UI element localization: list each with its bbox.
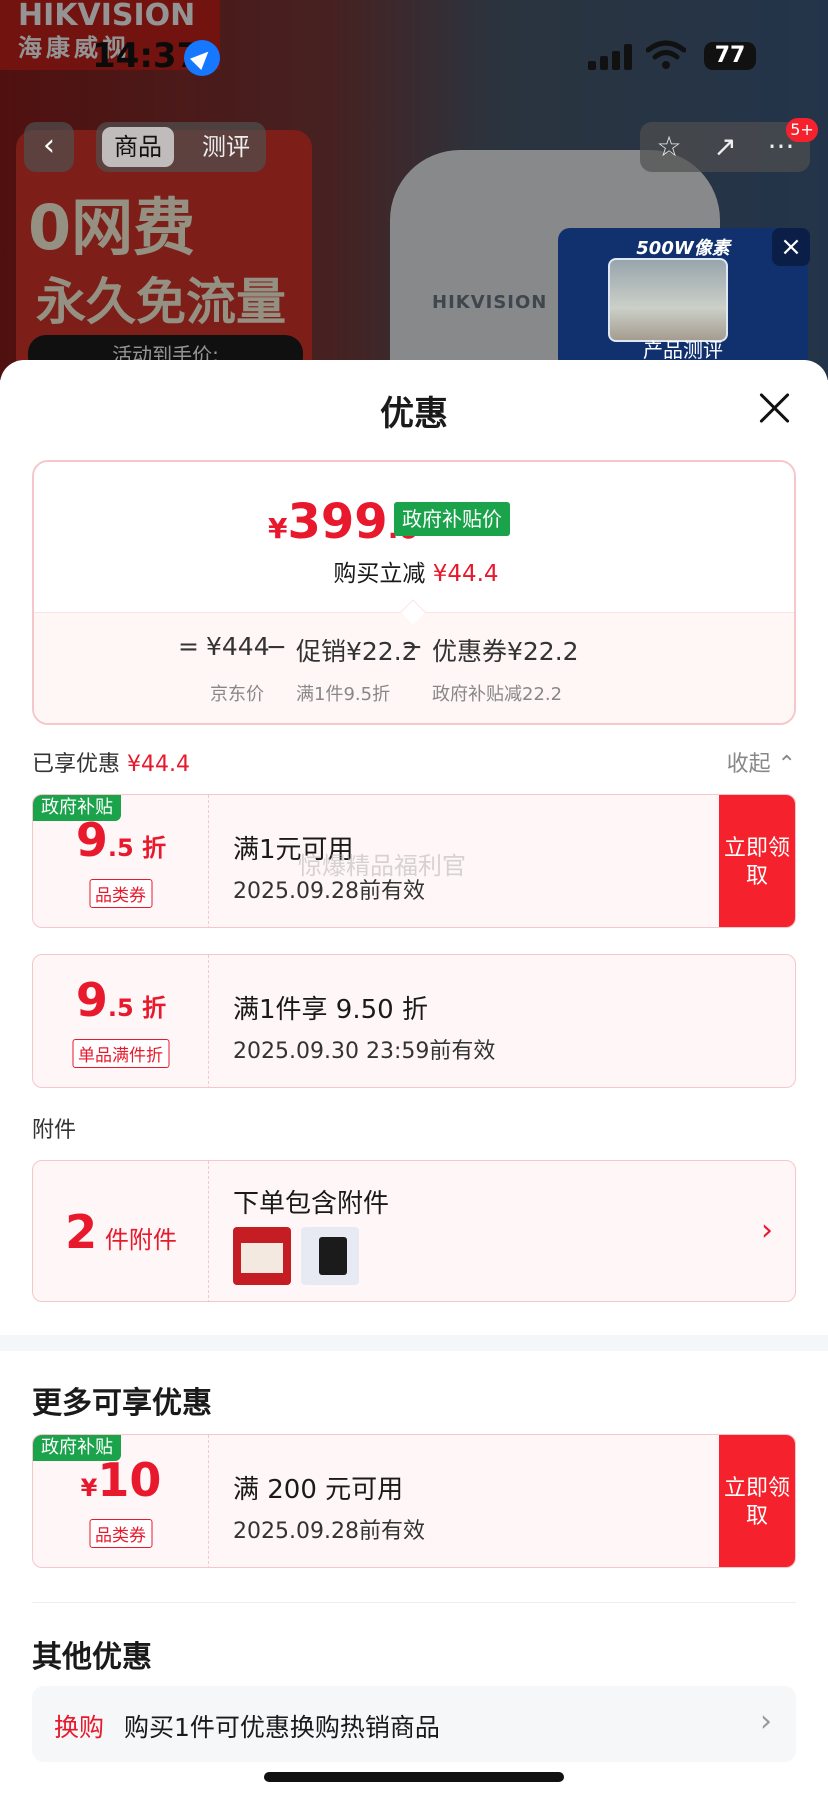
- other-tag: 换购: [54, 1713, 105, 1742]
- video-thumbnail: [608, 258, 728, 342]
- divider: [32, 1602, 796, 1603]
- base-price-sub: 京东价: [210, 684, 264, 705]
- other-title: 其他优惠: [32, 1640, 152, 1675]
- coupon-type: 品类券: [89, 1519, 152, 1548]
- claim-button[interactable]: 立即领取: [719, 795, 795, 927]
- gov-subsidy-badge: 政府补贴: [33, 795, 121, 821]
- video-caption: 产品测评: [643, 338, 723, 362]
- coupon-value: ¥10: [80, 1453, 162, 1507]
- message-badge: 5+: [786, 118, 818, 142]
- accessory-thumbnail: [233, 1227, 291, 1285]
- list-item[interactable]: 换购 购买1件可优惠换购热销商品 ›: [32, 1686, 796, 1762]
- share-icon[interactable]: ↗: [706, 128, 744, 166]
- chevron-right-icon: ›: [761, 1213, 773, 1248]
- star-icon[interactable]: ☆: [650, 128, 688, 166]
- price-save: 购买立减 ¥44.4: [333, 561, 499, 587]
- enjoyed-label: 已享优惠 ¥44.4: [32, 752, 190, 777]
- location-arrow-icon: [184, 40, 220, 76]
- memory-card-thumbnail: [301, 1227, 359, 1285]
- other-text: 购买1件可优惠换购热销商品: [124, 1713, 440, 1742]
- price-card: ¥399.6 政府补贴价 购买立减 ¥44.4 = ¥444 − 促销¥22.2…: [32, 460, 796, 725]
- watermark: 惊爆精品福利官: [298, 852, 466, 880]
- battery-icon: 77: [704, 42, 756, 70]
- coupon-type: 品类券: [89, 879, 152, 908]
- signal-icon: [588, 44, 632, 70]
- attachments-card[interactable]: 2 件附件 下单包含附件 ›: [32, 1160, 796, 1302]
- promo-amount: 促销¥22.2: [296, 637, 418, 666]
- home-indicator: [264, 1772, 564, 1782]
- coupon-sub: 政府补贴减22.2: [432, 684, 563, 705]
- tab-review[interactable]: 测评: [190, 127, 262, 167]
- attachments-title: 下单包含附件: [233, 1189, 390, 1219]
- collapse-button[interactable]: 收起 ⌃: [727, 746, 796, 778]
- promo-sub: 满1件9.5折: [296, 684, 391, 705]
- gov-subsidy-badge: 政府补贴: [33, 1435, 121, 1461]
- coupon-condition: 满 200 元可用: [233, 1475, 404, 1505]
- coupon-expiry: 2025.09.30 23:59前有效: [233, 1039, 496, 1064]
- video-title: 500W像素: [636, 238, 730, 259]
- coupon-value: 9.5 折: [75, 973, 167, 1027]
- chevron-right-icon: ›: [760, 1704, 772, 1739]
- enjoyed-row: 已享优惠 ¥44.4 收起 ⌃: [32, 746, 796, 782]
- claim-button[interactable]: 立即领取: [719, 1435, 795, 1567]
- tab-product[interactable]: 商品: [102, 127, 174, 167]
- video-close-icon[interactable]: ×: [772, 228, 810, 266]
- discount-sheet: 优惠 ¥399.6 政府补贴价 购买立减 ¥44.4 = ¥444 − 促销¥2…: [0, 360, 828, 1795]
- back-button[interactable]: ‹: [24, 122, 74, 172]
- coupon-amount: 优惠券¥22.2: [432, 637, 579, 666]
- video-float[interactable]: 500W像素 产品测评: [558, 228, 808, 370]
- gov-subsidy-tag: 政府补贴价: [394, 502, 510, 536]
- section-divider: [0, 1335, 828, 1351]
- coupon-expiry: 2025.09.28前有效: [233, 1519, 425, 1544]
- coupon-card: 9.5 折 单品满件折 满1件享 9.50 折 2025.09.30 23:59…: [32, 954, 796, 1088]
- attachments-label: 附件: [32, 1118, 77, 1143]
- nav-actions: ☆ ↗ ···: [640, 122, 810, 172]
- coupon-type: 单品满件折: [72, 1039, 169, 1068]
- coupon-condition: 满1件享 9.50 折: [233, 995, 428, 1025]
- coupon-value: 9.5 折: [75, 813, 167, 867]
- more-title: 更多可享优惠: [32, 1386, 212, 1421]
- sheet-title: 优惠: [380, 394, 448, 434]
- status-bar: 14:37 77: [0, 0, 828, 110]
- close-icon[interactable]: [756, 390, 792, 426]
- attachments-count: 2 件附件: [65, 1205, 177, 1259]
- base-price: ¥444: [206, 632, 270, 661]
- wifi-icon: [646, 40, 686, 69]
- coupon-card: ¥10 品类券 政府补贴 满 200 元可用 2025.09.28前有效 立即领…: [32, 1434, 796, 1568]
- nav-tabs: 商品 测评: [96, 122, 266, 172]
- price-formula: = ¥444 − 促销¥22.2 − 优惠券¥22.2: [178, 632, 579, 666]
